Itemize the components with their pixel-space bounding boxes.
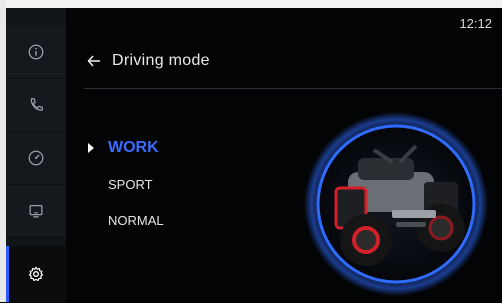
sidebar-item-phone[interactable] [6,79,66,132]
sidebar-item-screen[interactable] [6,185,66,238]
header-divider [84,88,502,89]
bezel-top [0,0,502,8]
gauge-icon [28,150,44,166]
mode-label: SPORT [108,176,153,192]
mode-option-sport[interactable]: SPORT [88,166,164,202]
sidebar [6,8,66,303]
sidebar-item-settings[interactable] [6,246,66,303]
mode-list: WORK SPORT NORMAL [88,130,164,238]
mode-option-work[interactable]: WORK [88,130,164,166]
gear-icon [28,266,44,282]
screen-frame: 12:12 Driving mode WORK SPORT NORMAL [0,0,502,303]
vehicle-illustration [304,112,488,296]
mode-label: WORK [108,139,159,156]
phone-icon [30,98,43,111]
back-arrow-icon [87,55,100,67]
status-time: 12:12 [459,16,492,31]
mode-label: NORMAL [108,212,164,228]
sidebar-item-info[interactable] [6,26,66,79]
page-title: Driving mode [112,52,210,69]
back-button[interactable]: Driving mode [86,52,210,70]
sidebar-item-gauge[interactable] [6,132,66,185]
mode-option-normal[interactable]: NORMAL [88,202,164,238]
screen-icon [29,204,43,218]
selected-caret-icon [88,143,94,153]
main-panel: 12:12 Driving mode WORK SPORT NORMAL [66,8,502,302]
info-icon [28,44,44,60]
